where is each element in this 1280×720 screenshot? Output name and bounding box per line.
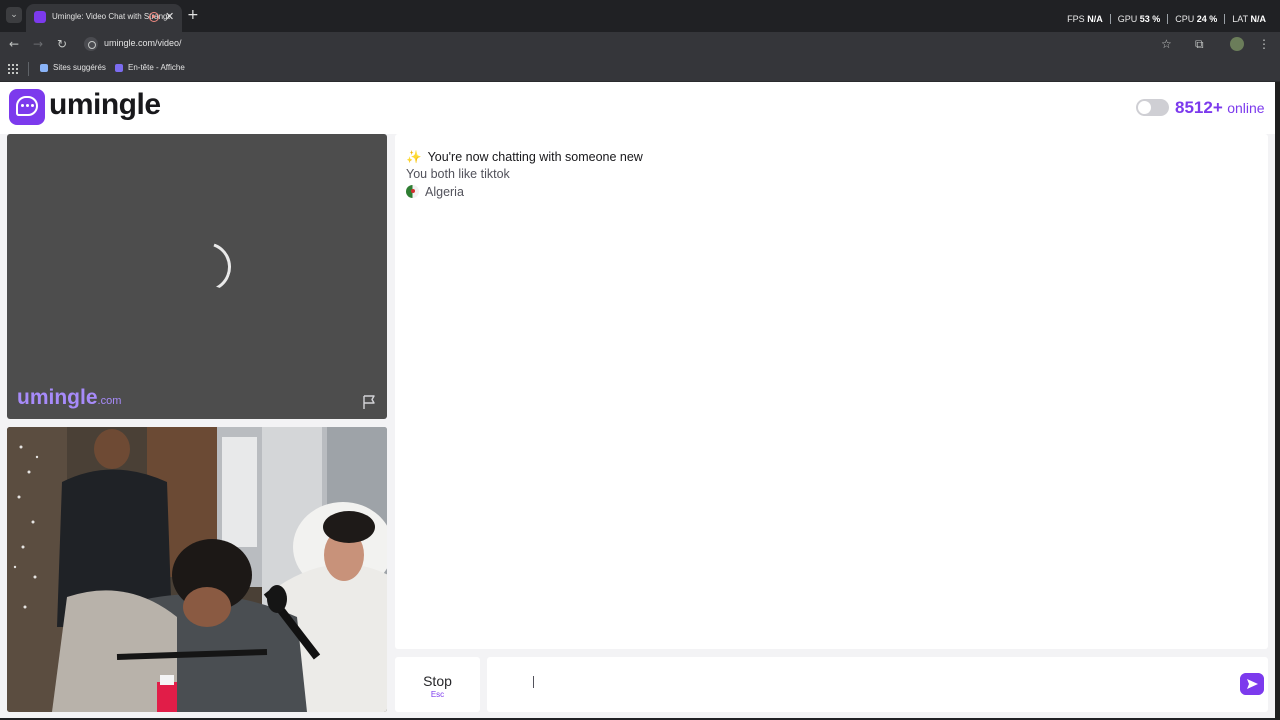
online-label: online bbox=[1227, 100, 1265, 116]
recording-indicator-icon bbox=[149, 12, 159, 22]
window-edge bbox=[1275, 82, 1280, 720]
camera-feed-image bbox=[7, 427, 387, 712]
lat-label: LAT bbox=[1232, 14, 1248, 24]
send-icon[interactable] bbox=[1240, 673, 1264, 695]
logo-text[interactable]: umingle bbox=[49, 88, 161, 122]
bookmark-label: Sites suggérés bbox=[53, 63, 106, 72]
tab-list-icon[interactable]: ⌄ bbox=[6, 7, 22, 23]
cpu-value: 24 % bbox=[1196, 14, 1218, 24]
bookmark-header-poster[interactable]: En-tête - Affiche bbox=[115, 63, 185, 72]
site-info-icon[interactable] bbox=[84, 37, 98, 51]
umingle-favicon-icon bbox=[34, 11, 46, 23]
theme-toggle[interactable] bbox=[1136, 99, 1169, 116]
logo-icon[interactable] bbox=[9, 89, 45, 125]
stranger-video: umingle.com bbox=[7, 134, 387, 419]
forward-icon[interactable]: → bbox=[33, 36, 43, 52]
menu-icon[interactable]: ⋮ bbox=[1258, 36, 1270, 52]
text-cursor bbox=[533, 676, 534, 688]
flag-report-icon[interactable] bbox=[361, 394, 377, 410]
bookmarks-bar: Sites suggérés En-tête - Affiche bbox=[0, 56, 1280, 82]
algeria-flag-icon bbox=[406, 185, 419, 198]
site-header: umingle 8512+ online bbox=[0, 82, 1275, 134]
fps-value: N/A bbox=[1087, 14, 1103, 24]
video-watermark: umingle.com bbox=[17, 386, 121, 410]
profile-avatar[interactable] bbox=[1230, 37, 1244, 51]
cpu-label: CPU bbox=[1175, 14, 1195, 24]
stop-shortcut-hint: Esc bbox=[430, 690, 445, 699]
umingle-page: umingle 8512+ online umingle.com ✨ You'r… bbox=[0, 82, 1275, 718]
watermark-text: umingle bbox=[17, 386, 98, 409]
bookmark-suggested-sites[interactable]: Sites suggérés bbox=[40, 63, 106, 72]
online-counter: 8512+ online bbox=[1175, 98, 1265, 118]
browser-tab-strip: ⌄ Umingle: Video Chat with Strangers ✕ +… bbox=[0, 0, 1280, 32]
system-message-new-chat: ✨ You're now chatting with someone new bbox=[406, 149, 643, 165]
browser-toolbar: ← → ↻ umingle.com/video/ ☆ ⧉ ⋮ bbox=[0, 32, 1280, 56]
extensions-icon[interactable]: ⧉ bbox=[1195, 36, 1204, 52]
self-camera-video bbox=[7, 427, 387, 712]
browser-tab-active[interactable]: Umingle: Video Chat with Strangers ✕ bbox=[26, 4, 182, 32]
fps-stat: FPS N/A bbox=[1060, 14, 1111, 24]
suggested-sites-icon bbox=[40, 63, 48, 72]
address-bar[interactable]: umingle.com/video/ bbox=[80, 34, 1180, 54]
online-count: 8512+ bbox=[1175, 98, 1223, 117]
back-icon[interactable]: ← bbox=[9, 36, 19, 52]
header-poster-icon bbox=[115, 63, 123, 72]
fps-label: FPS bbox=[1067, 14, 1085, 24]
url-text: umingle.com/video/ bbox=[104, 38, 182, 48]
close-icon[interactable]: ✕ bbox=[165, 10, 174, 23]
message-text: You both like tiktok bbox=[406, 167, 510, 181]
message-text: You're now chatting with someone new bbox=[427, 150, 643, 164]
spinner-icon bbox=[174, 235, 238, 299]
apps-icon[interactable] bbox=[8, 64, 18, 74]
gpu-value: 53 % bbox=[1139, 14, 1161, 24]
plus-icon[interactable]: + bbox=[187, 7, 199, 23]
message-input[interactable] bbox=[497, 671, 1217, 697]
gpu-stat: GPU 53 % bbox=[1111, 14, 1169, 24]
gpu-label: GPU bbox=[1117, 14, 1138, 24]
lat-stat: LAT N/A bbox=[1225, 14, 1266, 24]
cpu-stat: CPU 24 % bbox=[1168, 14, 1226, 24]
bookmark-label: En-tête - Affiche bbox=[128, 63, 185, 72]
system-message-country: Algeria bbox=[406, 185, 464, 199]
bookmark-divider bbox=[28, 62, 29, 76]
toggle-knob bbox=[1138, 101, 1151, 114]
reload-icon[interactable]: ↻ bbox=[57, 36, 67, 52]
performance-overlay: FPS N/A GPU 53 % CPU 24 % LAT N/A bbox=[1060, 14, 1266, 24]
system-message-common-interest: You both like tiktok bbox=[406, 167, 510, 181]
star-icon[interactable]: ☆ bbox=[1161, 36, 1172, 52]
stop-button[interactable]: Stop Esc bbox=[395, 657, 480, 712]
message-text: Algeria bbox=[425, 185, 464, 199]
message-composer bbox=[487, 657, 1268, 712]
lat-value: N/A bbox=[1250, 14, 1267, 24]
sparkles-icon: ✨ bbox=[406, 149, 422, 164]
watermark-domain: .com bbox=[97, 395, 122, 407]
stop-label: Stop bbox=[423, 673, 452, 689]
chat-log: ✨ You're now chatting with someone new Yo… bbox=[395, 134, 1268, 649]
